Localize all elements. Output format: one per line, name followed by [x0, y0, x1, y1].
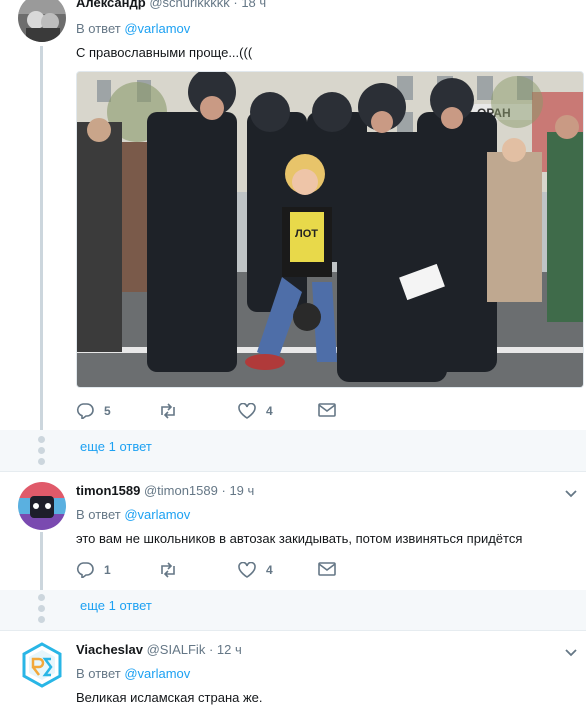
reply-mention[interactable]: @varlamov — [124, 21, 190, 36]
avatar[interactable] — [18, 641, 66, 689]
dm-button[interactable] — [318, 403, 336, 417]
reply-label: В ответ — [76, 21, 121, 36]
reply-context: В ответ @varlamov — [76, 507, 190, 522]
tweet-header: timon1589 @timon1589 · 19 ч — [76, 483, 254, 498]
thread-dot — [38, 616, 45, 623]
tweet-photo[interactable]: ОРАН — [76, 71, 584, 388]
thread-line — [40, 46, 43, 438]
separator-dot: · — [233, 0, 238, 10]
avatar[interactable] — [18, 482, 66, 530]
author-name[interactable]: timon1589 — [76, 483, 140, 498]
reply-context: В ответ @varlamov — [76, 21, 190, 36]
dm-button[interactable] — [318, 562, 336, 576]
author-handle[interactable]: @SIALFik — [147, 642, 206, 657]
reply-context: В ответ @varlamov — [76, 666, 190, 681]
author-handle[interactable]: @timon1589 — [144, 483, 218, 498]
separator-dot: · — [208, 642, 214, 657]
tweet-text: Великая исламская страна же. — [76, 690, 263, 705]
thread-line — [40, 532, 43, 590]
thread-dot — [38, 436, 45, 443]
show-more-replies-link[interactable]: еще 1 ответ — [80, 439, 152, 454]
retweet-icon — [161, 562, 175, 578]
like-count: 4 — [266, 404, 273, 418]
author-handle[interactable]: @schurikkkkk — [149, 0, 229, 10]
like-icon — [238, 403, 256, 419]
author-name[interactable]: Viacheslav — [76, 642, 143, 657]
retweet-icon — [161, 403, 175, 419]
tweet-3[interactable]: Viacheslav @SIALFik · 12 ч В ответ @varl… — [0, 631, 586, 711]
avatar[interactable] — [18, 0, 66, 42]
tweet-header: Александр @schurikkkkk · 18 ч — [76, 0, 266, 10]
reply-button[interactable]: 1 — [76, 562, 111, 578]
dm-icon — [318, 562, 336, 576]
like-count: 4 — [266, 563, 273, 577]
reply-button[interactable]: 5 — [76, 403, 111, 419]
reply-mention[interactable]: @varlamov — [124, 666, 190, 681]
retweet-button[interactable] — [158, 562, 188, 578]
reply-mention[interactable]: @varlamov — [124, 507, 190, 522]
timestamp[interactable]: 19 ч — [229, 483, 254, 498]
chevron-down-icon[interactable] — [564, 645, 578, 659]
timestamp[interactable]: 12 ч — [217, 642, 242, 657]
show-more-replies-link[interactable]: еще 1 ответ — [80, 598, 152, 613]
thread-dot — [38, 605, 45, 612]
thread-dot — [38, 458, 45, 465]
dm-icon — [318, 403, 336, 417]
tweet-2[interactable]: timon1589 @timon1589 · 19 ч В ответ @var… — [0, 472, 586, 590]
shirt-text: ЛОТ — [295, 228, 318, 240]
reply-icon — [76, 562, 94, 578]
chevron-down-icon[interactable] — [564, 486, 578, 500]
like-icon — [238, 562, 256, 578]
thread-dot — [38, 594, 45, 601]
reply-count: 1 — [104, 563, 111, 577]
tweet-1[interactable]: Александр @schurikkkkk · 18 ч В ответ @v… — [0, 0, 586, 438]
retweet-button[interactable] — [158, 403, 188, 419]
tweet-text: это вам не школьников в автозак закидыва… — [76, 531, 523, 546]
reply-label: В ответ — [76, 507, 121, 522]
reply-icon — [76, 403, 94, 419]
separator-dot: · — [221, 483, 226, 498]
author-name[interactable]: Александр — [76, 0, 146, 10]
reply-label: В ответ — [76, 666, 121, 681]
tweet-text: С православными проще...((( — [76, 45, 253, 60]
like-button[interactable]: 4 — [238, 403, 273, 419]
thread-dot — [38, 447, 45, 454]
reply-count: 5 — [104, 404, 111, 418]
tweet-header: Viacheslav @SIALFik · 12 ч — [76, 642, 242, 657]
timestamp[interactable]: 18 ч — [241, 0, 266, 10]
like-button[interactable]: 4 — [238, 562, 273, 578]
